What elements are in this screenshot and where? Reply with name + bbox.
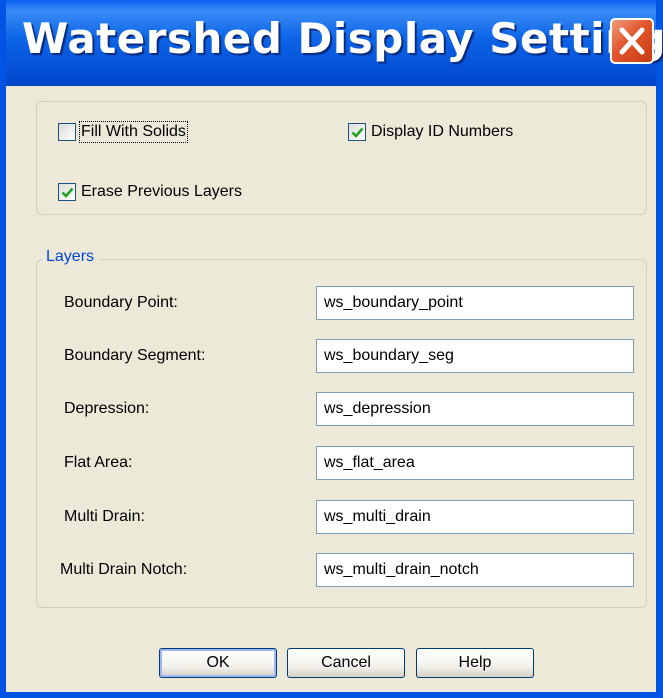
erase-previous-layers-checkbox[interactable]: Erase Previous Layers — [58, 183, 242, 201]
boundary-segment-label: Boundary Segment: — [64, 347, 206, 364]
checkmark-icon — [351, 127, 364, 138]
multi-drain-notch-input[interactable] — [316, 553, 634, 587]
flat-area-label: Flat Area: — [64, 454, 133, 471]
help-button[interactable]: Help — [416, 648, 534, 678]
display-id-numbers-checkbox[interactable]: Display ID Numbers — [348, 123, 513, 141]
multi-drain-input[interactable] — [316, 500, 634, 534]
depression-input[interactable] — [316, 392, 634, 426]
fill-with-solids-checkbox[interactable]: Fill With Solids — [58, 121, 188, 143]
window-title: Watershed Display Settings — [22, 14, 663, 63]
fill-with-solids-box[interactable] — [58, 123, 76, 141]
dialog-window: Watershed Display Settings Fill With Sol… — [0, 0, 663, 698]
flat-area-input[interactable] — [316, 446, 634, 480]
cancel-button[interactable]: Cancel — [287, 648, 405, 678]
layers-group-legend: Layers — [42, 248, 101, 266]
erase-previous-layers-label: Erase Previous Layers — [81, 183, 242, 200]
multi-drain-label: Multi Drain: — [64, 508, 145, 525]
fill-with-solids-label: Fill With Solids — [79, 121, 188, 143]
title-bar[interactable]: Watershed Display Settings — [6, 0, 663, 86]
ok-button[interactable]: OK — [159, 648, 277, 678]
close-icon — [619, 27, 645, 55]
checkmark-icon — [61, 187, 74, 198]
multi-drain-notch-label: Multi Drain Notch: — [60, 561, 188, 578]
boundary-point-label: Boundary Point: — [64, 294, 178, 311]
boundary-point-input[interactable] — [316, 286, 634, 320]
display-id-numbers-box[interactable] — [348, 123, 366, 141]
depression-label: Depression: — [64, 400, 150, 417]
boundary-segment-input[interactable] — [316, 339, 634, 373]
close-button[interactable] — [610, 18, 654, 64]
erase-previous-layers-box[interactable] — [58, 183, 76, 201]
display-id-numbers-label: Display ID Numbers — [371, 123, 514, 140]
